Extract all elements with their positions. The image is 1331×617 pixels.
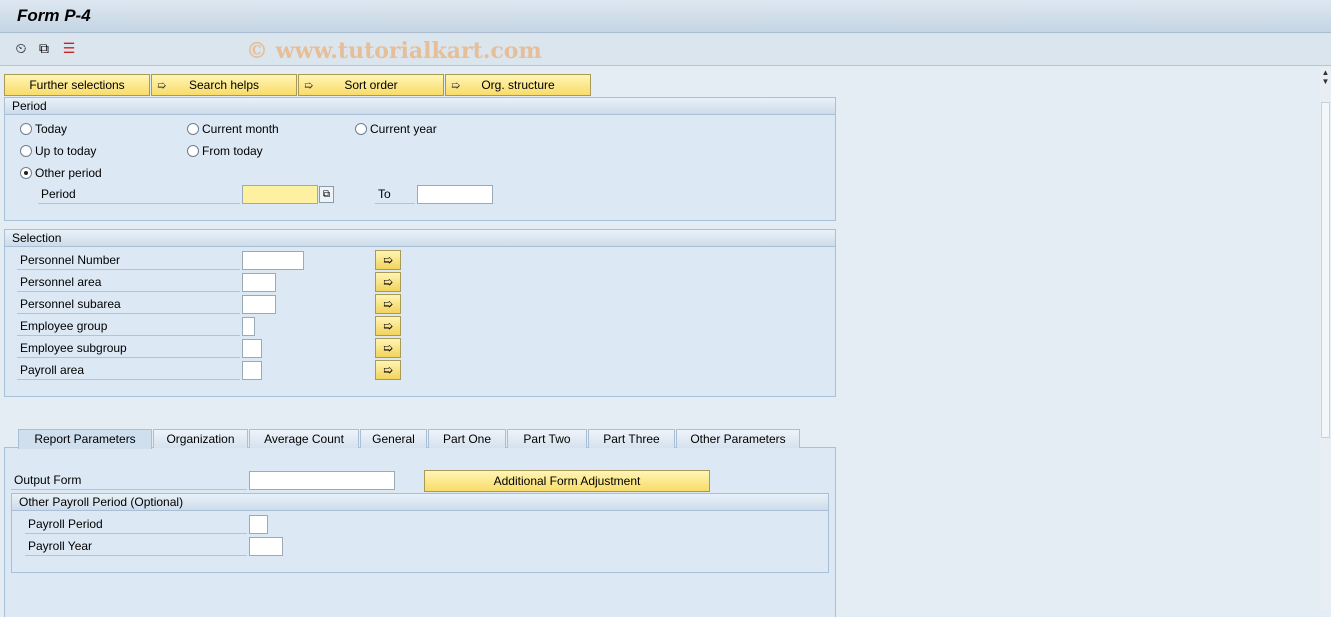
period-from-input[interactable] [242, 185, 318, 204]
radio-current-year[interactable]: Current year [355, 122, 437, 136]
output-form-label: Output Form [11, 472, 247, 490]
payroll-year-label: Payroll Year [25, 538, 247, 556]
selection-label: Personnel area [17, 274, 240, 292]
selection-label: Personnel Number [17, 252, 240, 270]
org-structure-button[interactable]: ➯ Org. structure [445, 74, 591, 96]
copy-variant-icon[interactable]: ⧉ [35, 39, 53, 57]
multiple-selection-button[interactable]: ➯ [375, 294, 401, 314]
tab-part-one[interactable]: Part One [428, 429, 506, 448]
selection-header: Selection [5, 230, 835, 247]
selection-input[interactable] [242, 339, 262, 358]
arrow-right-icon: ➯ [382, 363, 394, 377]
arrow-right-icon: ➯ [382, 319, 394, 333]
arrow-right-icon: ➯ [382, 275, 394, 289]
radio-label: Current month [202, 122, 279, 136]
toolbar [0, 33, 1331, 66]
radio-label: From today [202, 144, 263, 158]
selection-input[interactable] [242, 295, 276, 314]
radio-from-today[interactable]: From today [187, 144, 263, 158]
multiple-selection-button[interactable]: ➯ [375, 360, 401, 380]
arrow-right-icon: ➯ [304, 80, 314, 92]
period-to-input[interactable] [417, 185, 493, 204]
selection-input[interactable] [242, 251, 304, 270]
tab-part-two[interactable]: Part Two [507, 429, 587, 448]
button-label: Sort order [344, 78, 398, 92]
tab-other-parameters[interactable]: Other Parameters [676, 429, 800, 448]
multiple-selection-button[interactable]: ➯ [375, 316, 401, 336]
tab-report-parameters[interactable]: Report Parameters [18, 429, 152, 449]
scrollbar-thumb[interactable] [1321, 102, 1330, 438]
radio-label: Other period [35, 166, 102, 180]
watermark: © www.tutorialkart.com [246, 38, 542, 64]
payroll-period-input[interactable] [249, 515, 268, 534]
multiple-selection-icon[interactable]: ⧉ [319, 186, 334, 203]
selection-input[interactable] [242, 273, 276, 292]
search-helps-button[interactable]: ➯ Search helps [151, 74, 297, 96]
button-label: Org. structure [481, 78, 555, 92]
multiple-selection-button[interactable]: ➯ [375, 250, 401, 270]
arrow-right-icon: ➯ [382, 297, 394, 311]
button-label: Further selections [29, 78, 125, 92]
tab-part-three[interactable]: Part Three [588, 429, 675, 448]
radio-other-period[interactable]: Other period [20, 166, 102, 180]
multiple-selection-button[interactable]: ➯ [375, 338, 401, 358]
arrow-right-icon: ➯ [382, 341, 394, 355]
other-payroll-period-header: Other Payroll Period (Optional) [12, 494, 828, 511]
button-label: Search helps [188, 78, 260, 92]
title-bar [0, 0, 1331, 33]
tab-organization[interactable]: Organization [153, 429, 248, 448]
execute-icon[interactable]: ⏲ [12, 39, 30, 57]
payroll-period-label: Payroll Period [25, 516, 247, 534]
radio-label: Current year [370, 122, 437, 136]
arrow-right-icon: ➯ [451, 80, 461, 92]
selection-options-icon[interactable]: ☰ [60, 39, 78, 57]
radio-current-month[interactable]: Current month [187, 122, 279, 136]
selection-input[interactable] [242, 317, 255, 336]
selection-label: Personnel subarea [17, 296, 240, 314]
page-title: Form P-4 [17, 6, 91, 25]
period-header: Period [5, 98, 835, 115]
radio-up-to-today[interactable]: Up to today [20, 144, 96, 158]
radio-today[interactable]: Today [20, 122, 67, 136]
multiple-selection-button[interactable]: ➯ [375, 272, 401, 292]
period-label: Period [38, 186, 240, 204]
to-label: To [375, 186, 415, 204]
vertical-scrollbar[interactable]: ▲ ▼ [1320, 68, 1331, 610]
radio-label: Up to today [35, 144, 97, 158]
arrow-right-icon: ➯ [382, 253, 394, 267]
tab-general[interactable]: General [360, 429, 427, 448]
radio-label: Today [35, 122, 68, 136]
selection-input[interactable] [242, 361, 262, 380]
selection-label: Payroll area [17, 362, 240, 380]
arrow-right-icon: ➯ [157, 80, 167, 92]
output-form-input[interactable] [249, 471, 395, 490]
selection-label: Employee subgroup [17, 340, 240, 358]
payroll-year-input[interactable] [249, 537, 283, 556]
sort-order-button[interactable]: ➯ Sort order [298, 74, 444, 96]
selection-label: Employee group [17, 318, 240, 336]
tab-average-count[interactable]: Average Count [249, 429, 359, 448]
additional-form-adjustment-button[interactable]: Additional Form Adjustment [424, 470, 710, 492]
further-selections-button[interactable]: Further selections [4, 74, 150, 96]
